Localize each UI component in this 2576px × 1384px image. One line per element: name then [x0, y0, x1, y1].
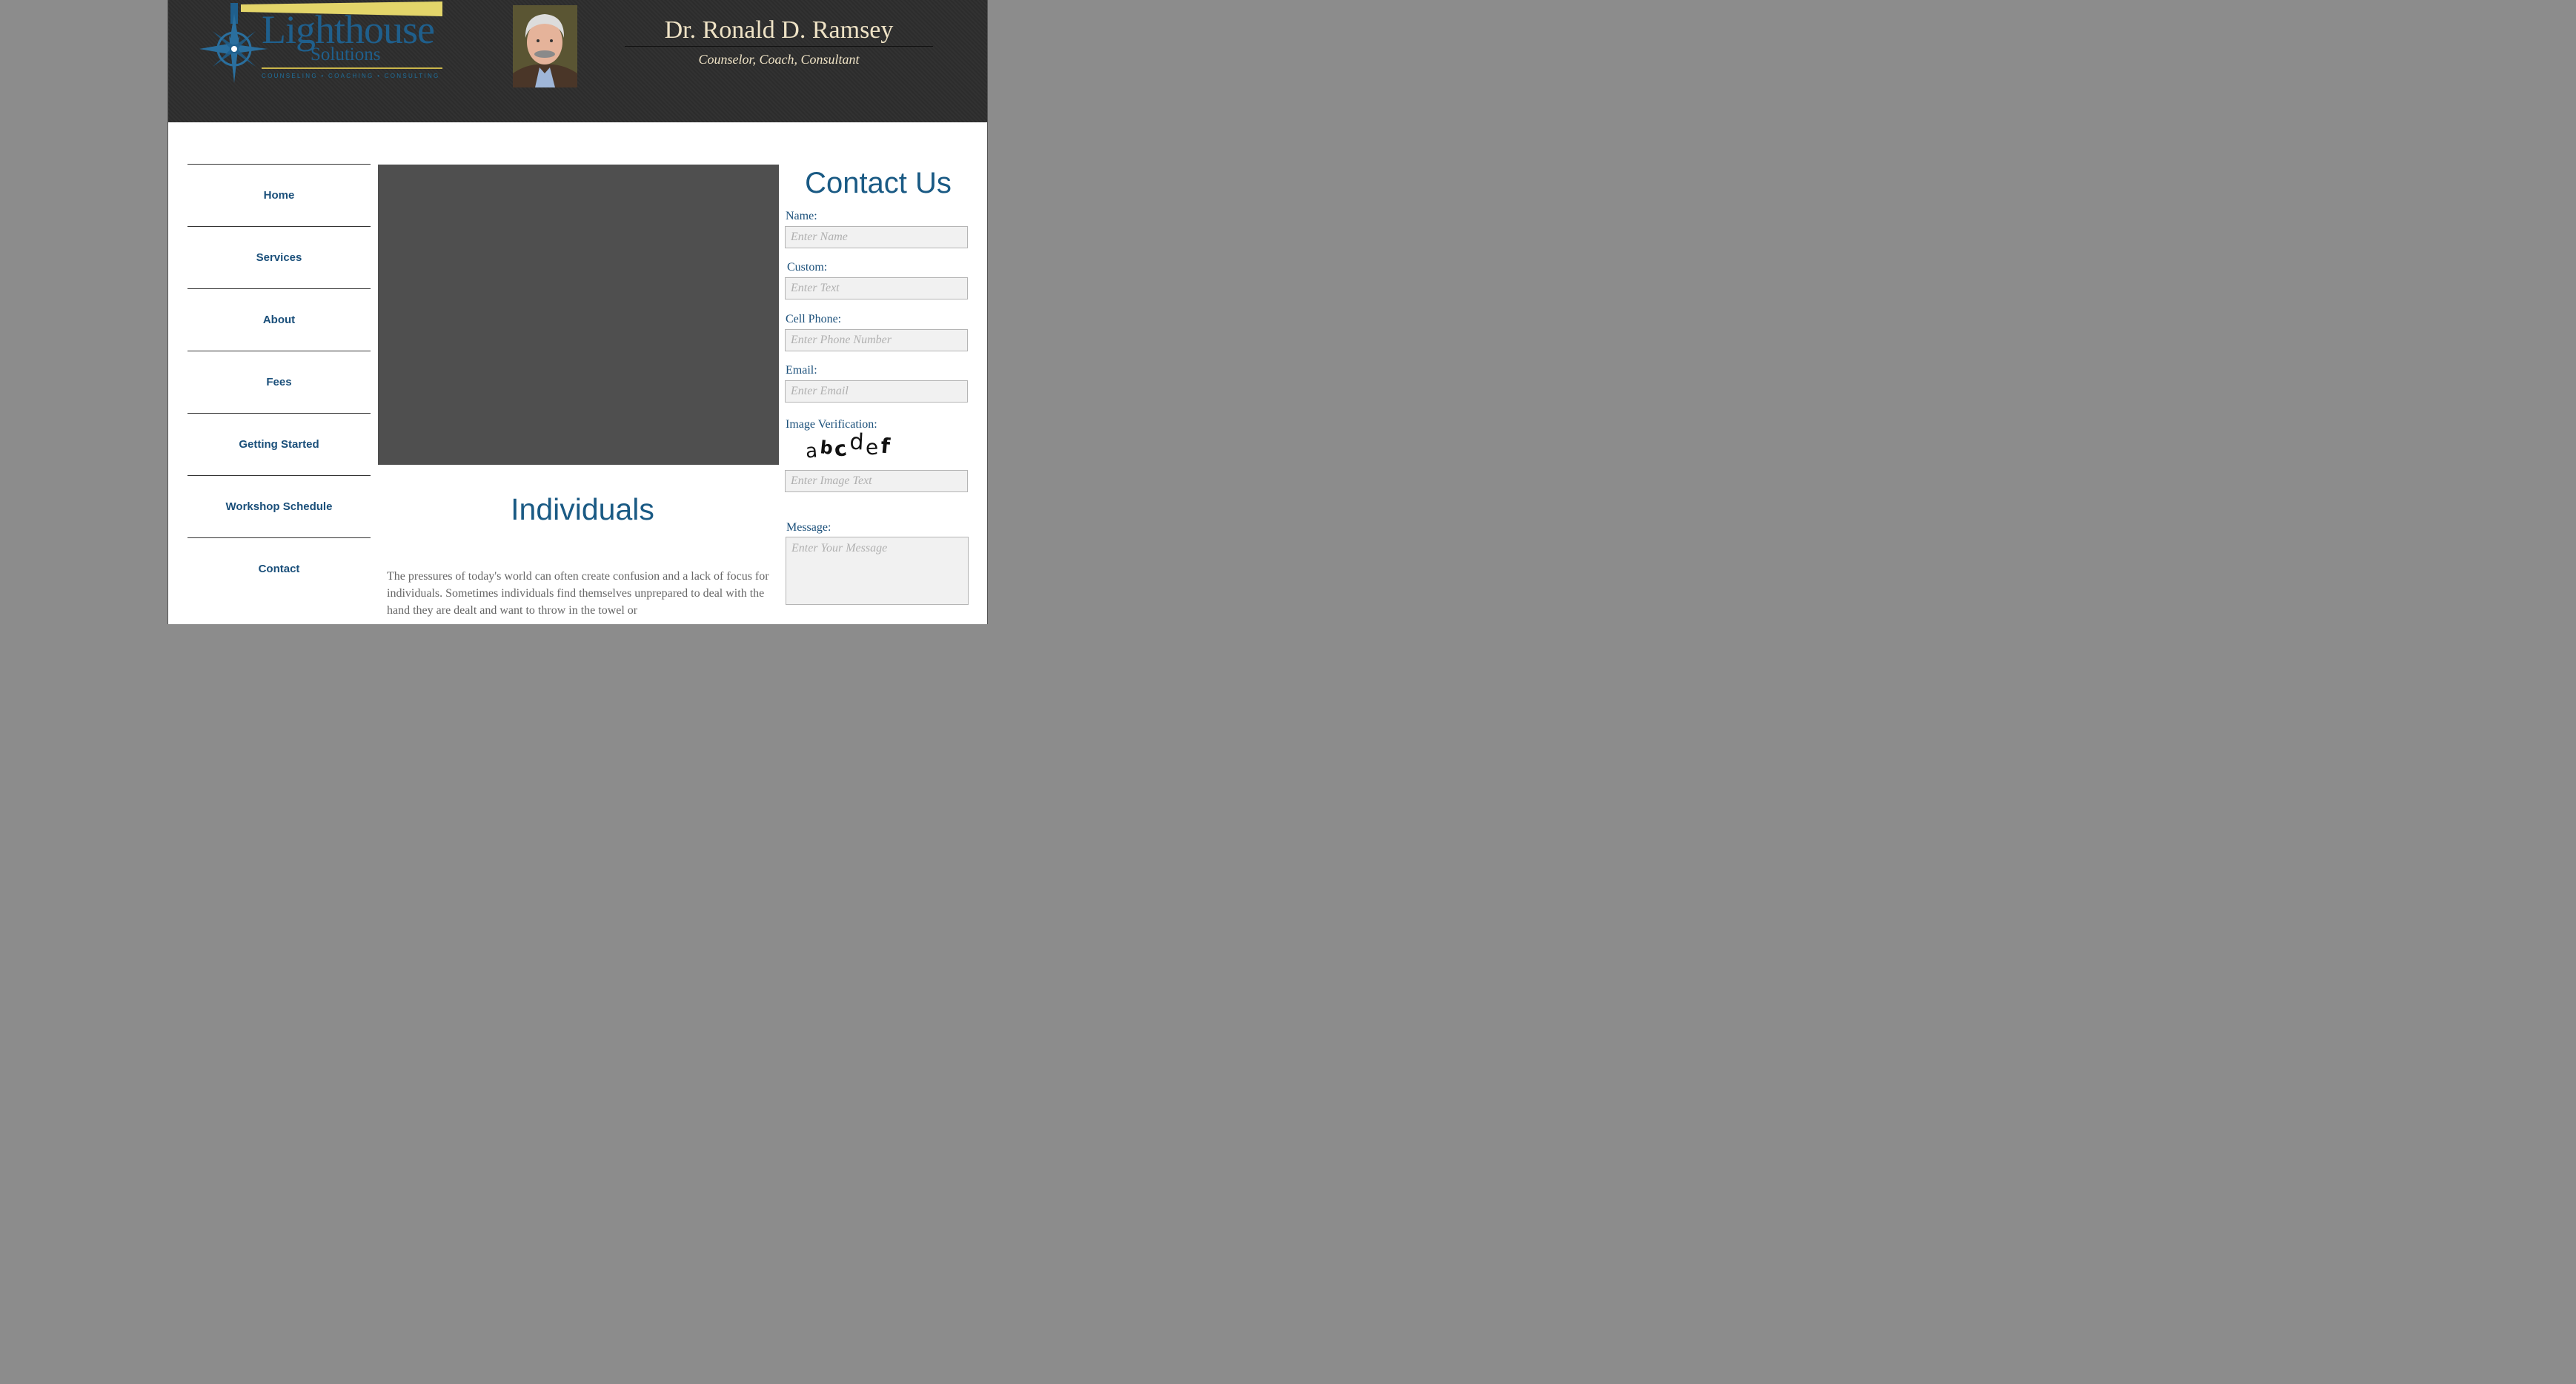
page: Lighthouse Solutions COUNSELING • COACHI… [167, 0, 988, 624]
doctor-name: Dr. Ronald D. Ramsey [664, 16, 894, 44]
intro-paragraph: The pressures of today's world can often… [387, 570, 769, 617]
email-label: Email: [786, 364, 817, 377]
doctor-title: Counselor, Coach, Consultant [698, 52, 860, 67]
header-rule [625, 46, 933, 47]
doctor-portrait [513, 5, 577, 87]
custom-label: Custom: [787, 261, 828, 274]
name-label: Name: [786, 210, 817, 222]
captcha-glyph: d [849, 428, 865, 456]
logo-tagline: COUNSELING • COACHING • CONSULTING [262, 73, 440, 79]
captcha-glyph: f [880, 433, 892, 459]
contact-title: Contact Us [805, 167, 952, 199]
hero-image-placeholder [378, 165, 779, 465]
sidebar-nav: Home Services About Fees Getting Started… [187, 164, 371, 600]
captcha-image: abcdef [804, 429, 892, 463]
nav-item-fees[interactable]: Fees [187, 351, 371, 413]
lighthouse-logo[interactable]: Lighthouse Solutions COUNSELING • COACHI… [198, 0, 450, 89]
captcha-glyph: a [804, 440, 818, 463]
captcha-glyph: e [865, 434, 879, 460]
logo-subtitle: Solutions [311, 44, 381, 64]
logo-divider [262, 67, 442, 69]
email-input[interactable] [785, 380, 968, 403]
captcha-glyph: b [819, 437, 834, 459]
captcha-glyph: c [832, 436, 849, 463]
custom-input[interactable] [785, 277, 968, 299]
message-label: Message: [786, 521, 831, 534]
nav-item-contact[interactable]: Contact [187, 537, 371, 600]
message-textarea[interactable] [786, 537, 969, 605]
nav-item-getting-started[interactable]: Getting Started [187, 413, 371, 475]
cell-phone-input[interactable] [785, 329, 968, 351]
name-input[interactable] [785, 226, 968, 248]
captcha-input[interactable] [785, 470, 968, 492]
nav-item-home[interactable]: Home [187, 164, 371, 226]
cell-phone-label: Cell Phone: [786, 313, 842, 325]
nav-item-about[interactable]: About [187, 288, 371, 351]
nav-item-workshop-schedule[interactable]: Workshop Schedule [187, 475, 371, 537]
site-header: Lighthouse Solutions COUNSELING • COACHI… [168, 0, 987, 122]
nav-item-services[interactable]: Services [187, 226, 371, 288]
page-title: Individuals [511, 492, 654, 526]
